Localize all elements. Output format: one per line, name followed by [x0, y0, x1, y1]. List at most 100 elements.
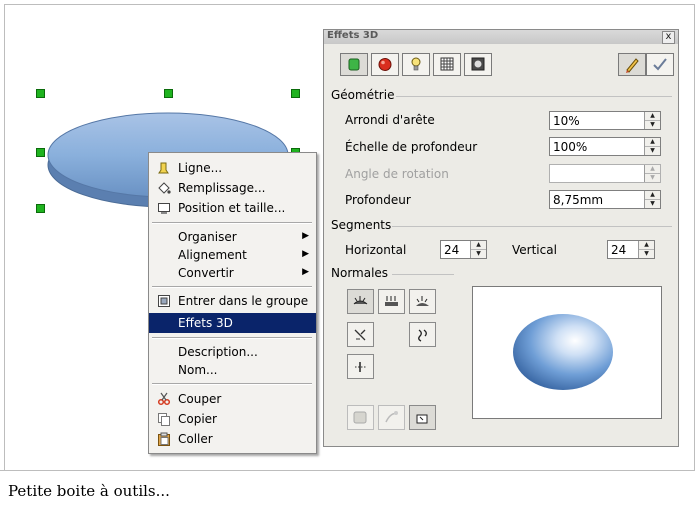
caption-bar: Petite boite à outils...: [0, 470, 695, 511]
3d-preview[interactable]: [472, 286, 662, 419]
dialog-titlebar[interactable]: Effets 3D x: [324, 30, 678, 44]
material-icon: [471, 57, 485, 71]
menu-item-entrer-groupe[interactable]: Entrer dans le groupe: [149, 291, 316, 311]
menu-separator: [152, 222, 312, 224]
line-icon: [157, 161, 171, 175]
menu-item-copier[interactable]: Copier: [149, 409, 316, 429]
spin-down-icon[interactable]: ▼: [645, 121, 660, 129]
echelle-label: Échelle de profondeur: [345, 140, 478, 154]
object-normals-button[interactable]: [347, 289, 374, 314]
menu-item-ligne[interactable]: Ligne...: [149, 158, 316, 178]
geometry-button[interactable]: [340, 53, 368, 76]
selection-handle[interactable]: [36, 148, 45, 157]
selection-handle[interactable]: [291, 89, 300, 98]
horizontal-label: Horizontal: [345, 243, 407, 257]
perspective-button[interactable]: [409, 405, 436, 430]
menu-item-label: Copier: [178, 412, 217, 426]
enter-group-icon: [157, 294, 171, 308]
spin-up-icon[interactable]: ▲: [471, 241, 486, 250]
preview-sphere: [513, 314, 613, 390]
spin-up-icon[interactable]: ▲: [645, 165, 660, 174]
update-icon: [653, 58, 667, 71]
menu-item-nom[interactable]: Nom...: [149, 360, 316, 380]
angle-spinbox[interactable]: ▲ ▼: [549, 164, 661, 183]
effets-3d-dialog: Effets 3D x Géométrie Arrondi d'arête 10…: [323, 29, 679, 447]
menu-separator: [152, 383, 312, 385]
geometry-heading: Géométrie: [331, 88, 395, 102]
arrondi-spinbox[interactable]: 10% ▲ ▼: [549, 111, 661, 130]
submenu-arrow-icon: ▶: [302, 249, 309, 259]
menu-item-effets-3d[interactable]: Effets 3D: [149, 313, 316, 333]
selection-handle[interactable]: [36, 89, 45, 98]
selection-handle[interactable]: [36, 204, 45, 213]
double-sided-lighting-button[interactable]: [409, 322, 436, 347]
menu-item-label: Effets 3D: [178, 316, 233, 330]
echelle-spinbox[interactable]: 100% ▲ ▼: [549, 137, 661, 156]
selection-handle[interactable]: [164, 89, 173, 98]
section-divider: [396, 96, 672, 97]
geometry-icon: [348, 58, 360, 71]
flat-normals-icon: [385, 296, 398, 306]
dialog-title: Effets 3D: [327, 30, 379, 41]
assign-button[interactable]: [618, 53, 646, 76]
menu-item-alignement[interactable]: Alignement ▶: [149, 245, 316, 265]
spin-down-icon[interactable]: ▼: [639, 250, 654, 258]
fill-icon: [157, 181, 171, 195]
menu-item-description[interactable]: Description...: [149, 342, 316, 362]
menu-item-position-taille[interactable]: Position et taille...: [149, 198, 316, 218]
spin-up-icon[interactable]: ▲: [645, 112, 660, 121]
submenu-arrow-icon: ▶: [302, 231, 309, 241]
spin-down-icon[interactable]: ▼: [645, 174, 660, 182]
double-sided-button[interactable]: [347, 354, 374, 379]
menu-item-couper[interactable]: Couper: [149, 389, 316, 409]
menu-item-remplissage[interactable]: Remplissage...: [149, 178, 316, 198]
lighting-button[interactable]: [402, 53, 430, 76]
menu-separator: [152, 337, 312, 339]
menu-item-label: Organiser: [178, 230, 237, 244]
spherical-normals-button[interactable]: [409, 289, 436, 314]
menu-item-label: Alignement: [178, 248, 247, 262]
spin-up-icon[interactable]: ▲: [645, 138, 660, 147]
convert-3d-button[interactable]: [347, 405, 374, 430]
menu-item-label: Coller: [178, 432, 213, 446]
spin-up-icon[interactable]: ▲: [645, 191, 660, 200]
assign-icon: [626, 58, 639, 73]
convert-lathe-button[interactable]: [378, 405, 405, 430]
spin-value: 100%: [553, 140, 588, 154]
double-sided-normals-icon: [355, 362, 366, 372]
material-button[interactable]: [464, 53, 492, 76]
spin-value: 24: [611, 243, 627, 257]
context-menu: Ligne... Remplissage... Position et tail…: [148, 152, 317, 454]
horizontal-spinbox[interactable]: 24 ▲ ▼: [440, 240, 487, 259]
textures-button[interactable]: [433, 53, 461, 76]
shading-button[interactable]: [371, 53, 399, 76]
spin-down-icon[interactable]: ▼: [471, 250, 486, 258]
close-button[interactable]: x: [662, 31, 675, 44]
convert-lathe-icon: [385, 411, 398, 423]
spin-down-icon[interactable]: ▼: [645, 200, 660, 208]
menu-item-coller[interactable]: Coller: [149, 429, 316, 449]
segments-heading: Segments: [331, 218, 392, 232]
spin-value: 24: [444, 243, 460, 257]
menu-item-organiser[interactable]: Organiser ▶: [149, 227, 316, 247]
invert-normals-button[interactable]: [347, 322, 374, 347]
menu-item-label: Position et taille...: [178, 201, 286, 215]
spin-value: 10%: [553, 114, 580, 128]
shading-icon: [378, 58, 392, 71]
position-size-icon: [157, 201, 171, 215]
menu-item-convertir[interactable]: Convertir ▶: [149, 263, 316, 283]
vertical-spinbox[interactable]: 24 ▲ ▼: [607, 240, 655, 259]
menu-separator: [152, 286, 312, 288]
lighting-icon: [411, 57, 421, 71]
invert-normals-icon: [354, 329, 366, 341]
copy-icon: [157, 412, 171, 426]
update-button[interactable]: [646, 53, 674, 76]
spin-up-icon[interactable]: ▲: [639, 241, 654, 250]
spin-down-icon[interactable]: ▼: [645, 147, 660, 155]
angle-label: Angle de rotation: [345, 167, 449, 181]
flat-normals-button[interactable]: [378, 289, 405, 314]
profondeur-spinbox[interactable]: 8,75mm ▲ ▼: [549, 190, 661, 209]
submenu-arrow-icon: ▶: [302, 267, 309, 277]
object-normals-icon: [353, 296, 368, 305]
menu-item-label: Couper: [178, 392, 222, 406]
